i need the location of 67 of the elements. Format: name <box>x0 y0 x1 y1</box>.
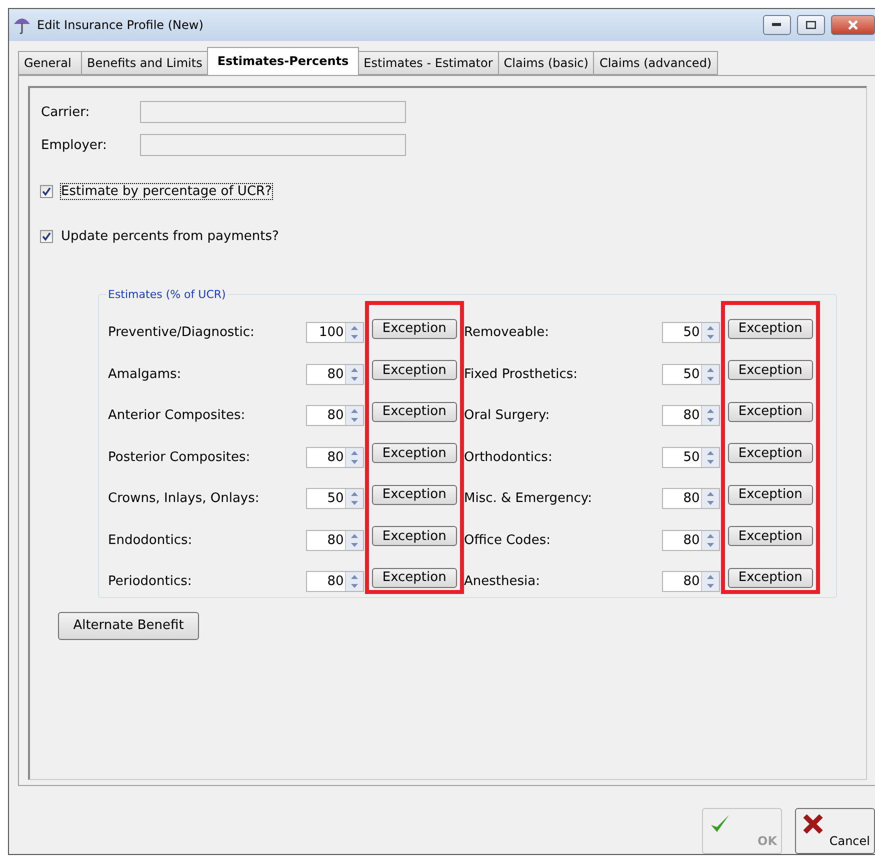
percent-spinner[interactable]: 80 <box>662 405 720 426</box>
exception-button[interactable]: Exception <box>728 484 813 505</box>
field-label: Employer: <box>41 138 108 153</box>
checkbox-label: Update percents from payments? <box>61 228 279 244</box>
window-title: Edit Insurance Profile (New) <box>37 18 204 32</box>
tab[interactable]: Estimates - Estimator <box>358 50 499 75</box>
category-label: Endodontics: <box>108 532 194 550</box>
exception-button[interactable]: Exception <box>372 443 457 464</box>
exception-button[interactable]: Exception <box>728 402 813 422</box>
exception-button[interactable]: Exception <box>372 318 457 339</box>
percent-spinner[interactable]: 50 <box>306 488 364 510</box>
percent-spinner[interactable]: 100 <box>306 322 364 344</box>
exception-button[interactable]: Exception <box>372 360 457 380</box>
exception-button[interactable]: Exception <box>372 568 457 588</box>
input-field[interactable] <box>140 134 406 156</box>
category-label: Anesthesia: <box>464 573 541 592</box>
exception-button[interactable]: Exception <box>728 526 813 546</box>
cancel-button[interactable]: Cancel <box>795 808 875 854</box>
category-label: Preventive/Diagnostic: <box>108 324 256 342</box>
percent-spinner[interactable]: 80 <box>306 530 364 551</box>
category-label: Misc. & Emergency: <box>464 490 594 508</box>
category-label: Anterior Composites: <box>108 407 246 426</box>
category-label: Office Codes: <box>464 532 552 550</box>
close-icon <box>802 813 824 835</box>
percent-spinner[interactable]: 80 <box>662 530 720 551</box>
category-label: Amalgams: <box>108 366 182 384</box>
percent-spinner[interactable]: 80 <box>662 571 720 592</box>
percent-spinner[interactable]: 80 <box>306 364 364 385</box>
category-label: Periodontics: <box>108 573 193 592</box>
tab[interactable]: General <box>18 50 82 75</box>
close-button[interactable] <box>831 14 875 35</box>
tab[interactable]: Claims (basic) <box>498 50 594 75</box>
maximize-button[interactable] <box>797 14 825 35</box>
tab[interactable]: Claims (advanced) <box>593 50 718 75</box>
minimize-button[interactable] <box>763 14 791 35</box>
category-label: Orthodontics: <box>464 448 554 467</box>
alternate-benefit-button[interactable]: Alternate Benefit <box>58 612 199 640</box>
close-icon <box>847 20 859 30</box>
category-label: Crowns, Inlays, Onlays: <box>108 490 260 508</box>
exception-button[interactable]: Exception <box>372 402 457 422</box>
percent-spinner[interactable]: 80 <box>306 571 364 592</box>
input-field[interactable] <box>140 101 406 124</box>
exception-button[interactable]: Exception <box>728 360 813 380</box>
percent-spinner[interactable]: 50 <box>662 322 720 344</box>
category-label: Oral Surgery: <box>464 407 551 426</box>
exception-button[interactable]: Exception <box>728 568 813 588</box>
tab[interactable]: Estimates-Percents <box>207 46 359 75</box>
checkbox-label: Estimate by percentage of UCR? <box>61 184 272 199</box>
field-label: Carrier: <box>41 104 91 120</box>
minimize-icon <box>772 22 782 27</box>
checkbox[interactable] <box>40 230 53 243</box>
percent-spinner[interactable]: 50 <box>662 446 720 468</box>
percent-spinner[interactable]: 80 <box>306 446 364 468</box>
percent-spinner[interactable]: 80 <box>662 488 720 510</box>
exception-button[interactable]: Exception <box>372 526 457 546</box>
percent-spinner[interactable]: 80 <box>306 405 364 426</box>
exception-button[interactable]: Exception <box>728 318 813 339</box>
exception-button[interactable]: Exception <box>728 443 813 464</box>
maximize-icon <box>806 20 816 29</box>
category-label: Removeable: <box>464 324 550 342</box>
category-label: Posterior Composites: <box>108 448 252 467</box>
checkbox[interactable] <box>40 184 53 198</box>
tab[interactable]: Benefits and Limits <box>81 50 208 75</box>
category-label: Fixed Prosthetics: <box>464 366 579 384</box>
group-title: Estimates (% of UCR) <box>107 288 227 301</box>
percent-spinner[interactable]: 50 <box>662 364 720 385</box>
exception-button[interactable]: Exception <box>372 484 457 505</box>
